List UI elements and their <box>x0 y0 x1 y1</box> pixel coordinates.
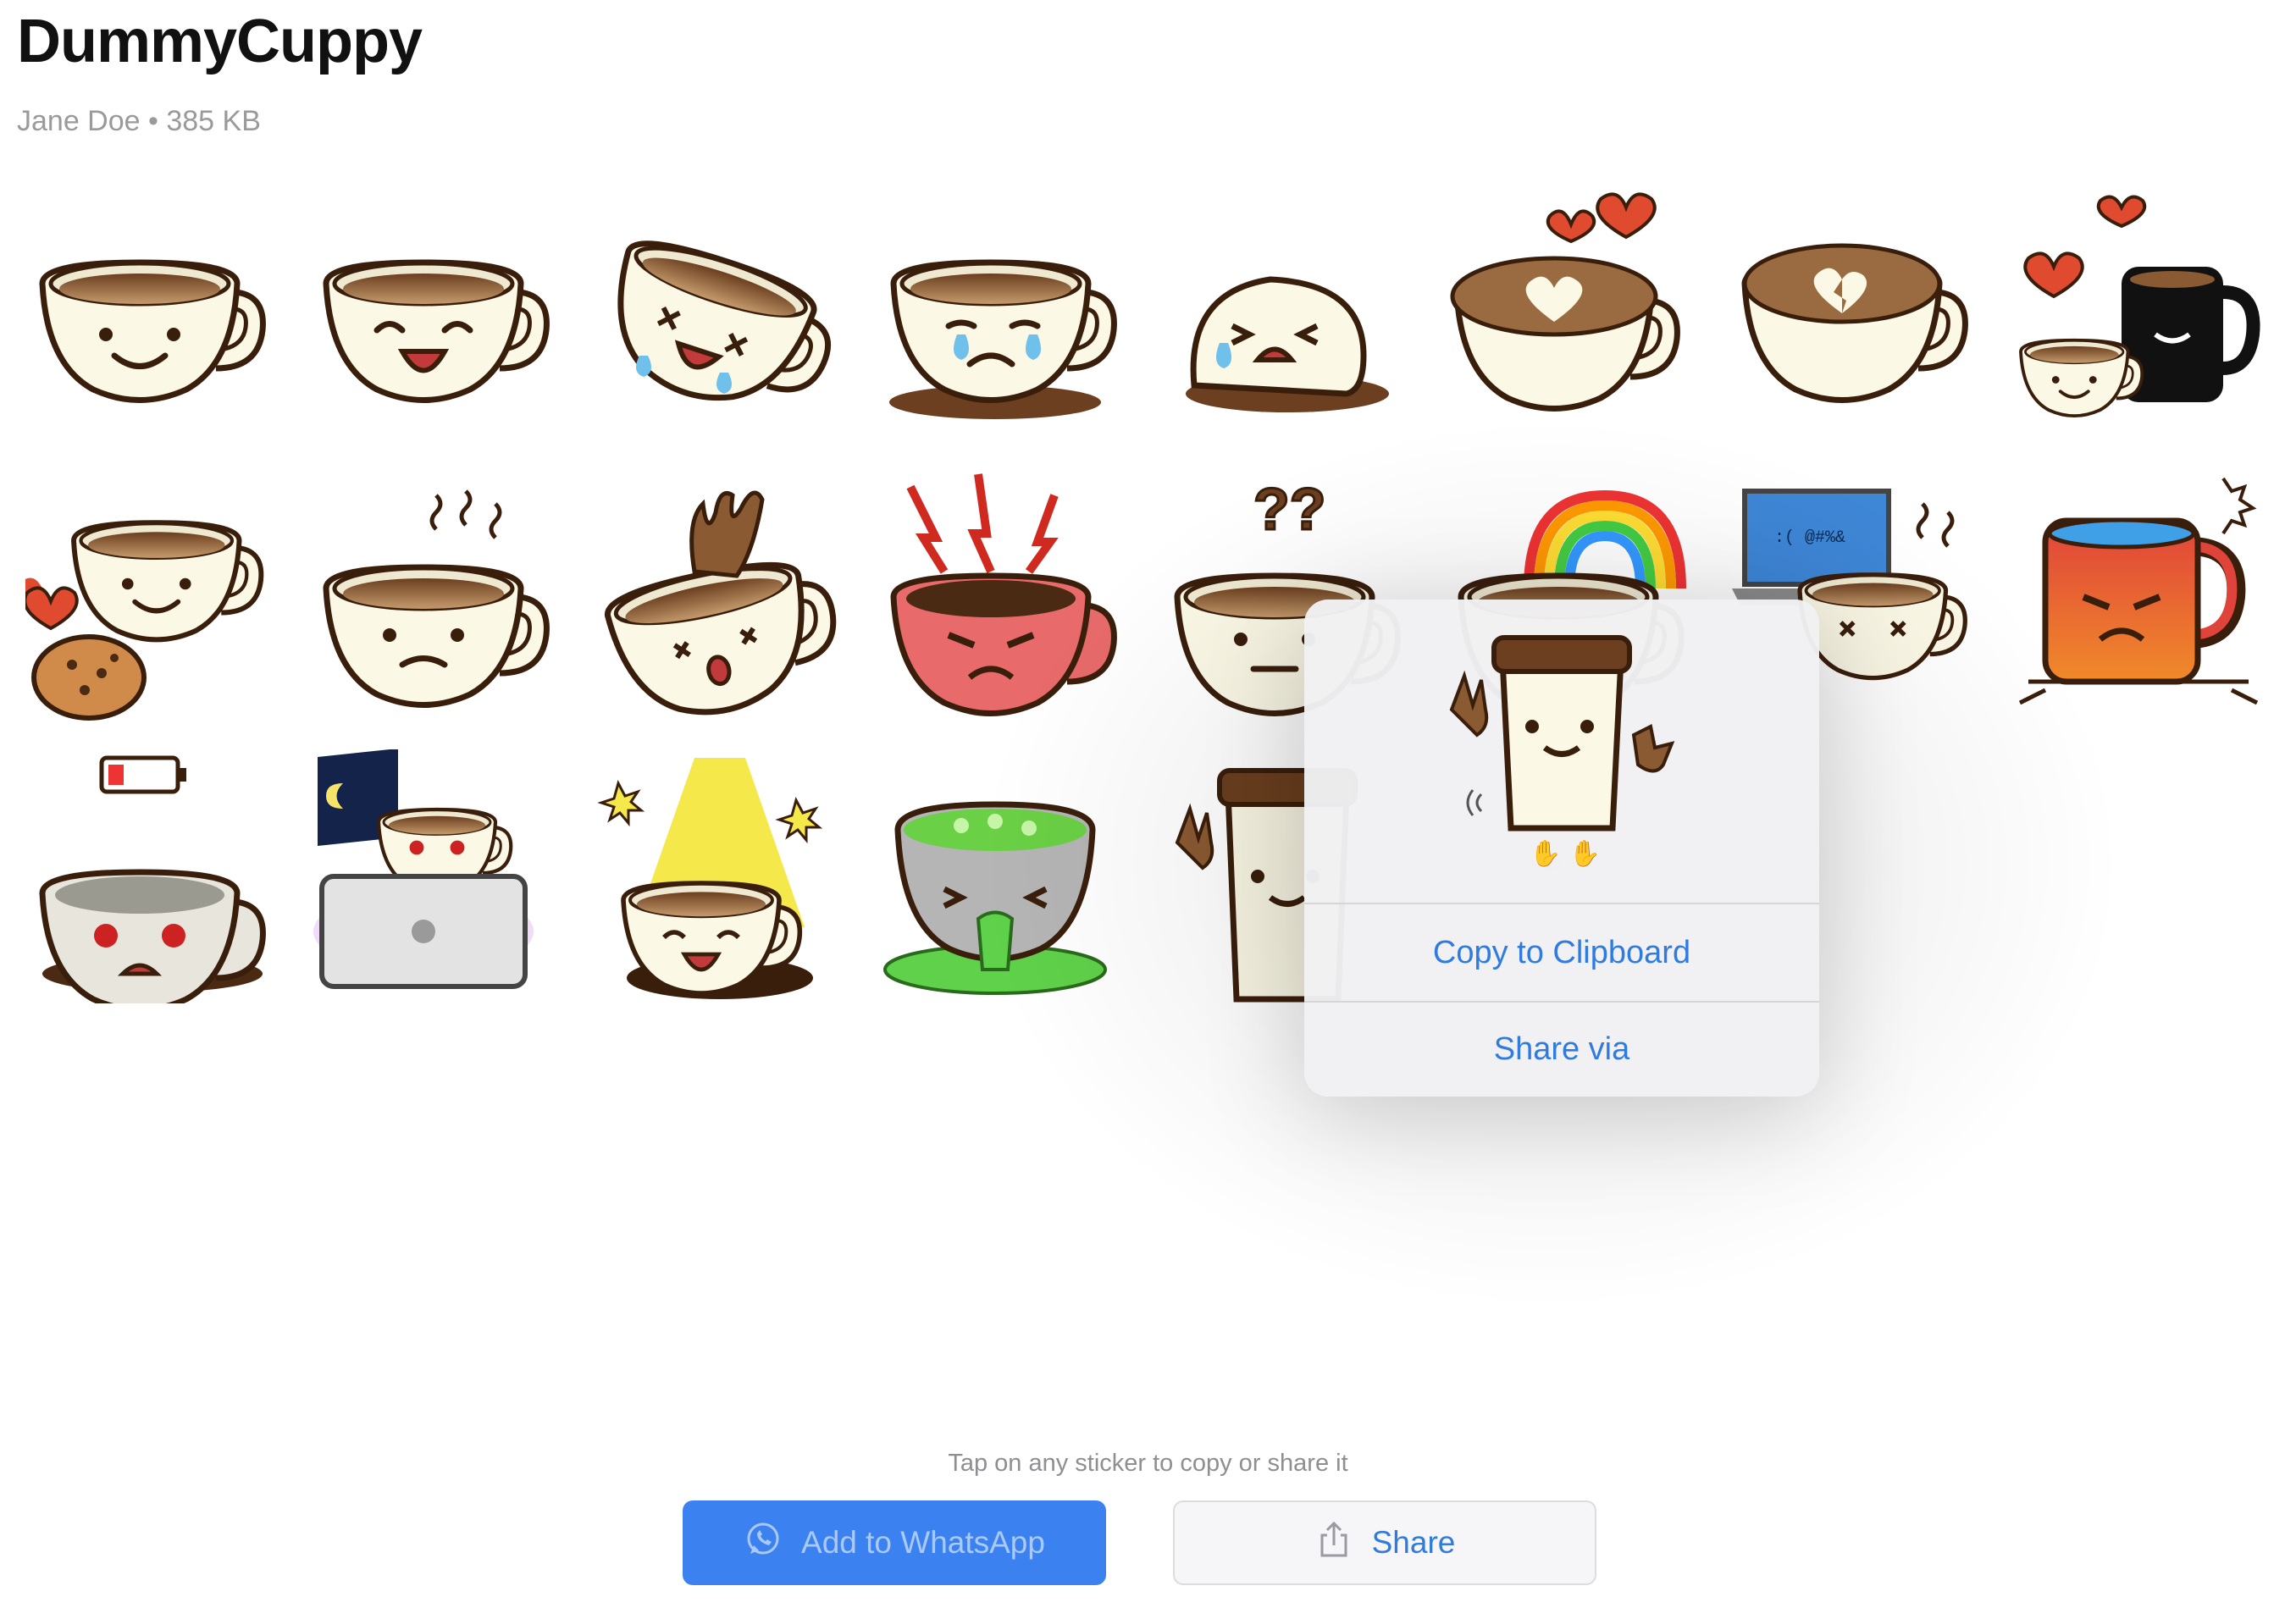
info-separator: • <box>140 105 167 137</box>
sticker-happy-cup[interactable] <box>25 191 279 445</box>
publisher-name: Jane Doe <box>17 105 141 137</box>
sticker-night-laptop-cup[interactable] <box>309 749 563 1003</box>
sticker-low-battery-cup[interactable] <box>25 749 279 1003</box>
sticker-angry-red-cup[interactable] <box>877 470 1131 724</box>
svg-text:??: ?? <box>1253 476 1326 542</box>
sticker-grid: ?? :( @#%& <box>25 191 2261 1003</box>
share-label: Share <box>1371 1525 1456 1560</box>
sticker-crying-cup[interactable] <box>877 191 1131 445</box>
hint-text: Tap on any sticker to copy or share it <box>948 1450 1348 1477</box>
share-icon <box>1314 1520 1353 1567</box>
svg-text:✋ ✋: ✋ ✋ <box>1530 838 1601 869</box>
preview-waving-paper-cup: ✋ ✋ <box>1449 635 1675 869</box>
sticker-heart-latte[interactable] <box>1444 191 1698 445</box>
add-to-whatsapp-button[interactable]: Add to WhatsApp <box>683 1500 1106 1585</box>
svg-text::( @#%&: :( @#%& <box>1774 528 1845 548</box>
share-via-item[interactable]: Share via <box>1304 1001 1819 1097</box>
sticker-spotlight-cup[interactable] <box>593 749 847 1003</box>
sticker-sick-green-cup[interactable] <box>877 749 1131 1003</box>
add-to-whatsapp-label: Add to WhatsApp <box>801 1525 1045 1560</box>
pack-size: 385 KB <box>166 105 261 137</box>
sticker-spilled-crying-cup[interactable] <box>1160 191 1414 445</box>
sticker-latte-cookie[interactable] <box>25 470 279 724</box>
sticker-steaming-sad-cup[interactable] <box>309 470 563 724</box>
sticker-splashing-cup[interactable] <box>593 470 847 724</box>
sticker-angry-red-mug[interactable] <box>2011 470 2266 724</box>
sticker-laughing-cup[interactable] <box>309 191 563 445</box>
share-button[interactable]: Share <box>1173 1500 1596 1585</box>
sticker-context-menu: ✋ ✋ Copy to Clipboard Share via <box>1304 600 1819 1097</box>
pack-title: DummyCuppy <box>17 8 423 75</box>
sticker-broken-heart-latte[interactable] <box>1728 191 1982 445</box>
pack-info: Jane Doe • 385 KB <box>17 105 261 138</box>
sticker-love-mugs[interactable] <box>2011 191 2266 445</box>
sticker-tipped-laughing-cup[interactable] <box>593 191 847 445</box>
whatsapp-icon <box>744 1520 783 1567</box>
copy-to-clipboard-item[interactable]: Copy to Clipboard <box>1304 904 1819 1003</box>
sticker-preview: ✋ ✋ <box>1304 600 1819 904</box>
